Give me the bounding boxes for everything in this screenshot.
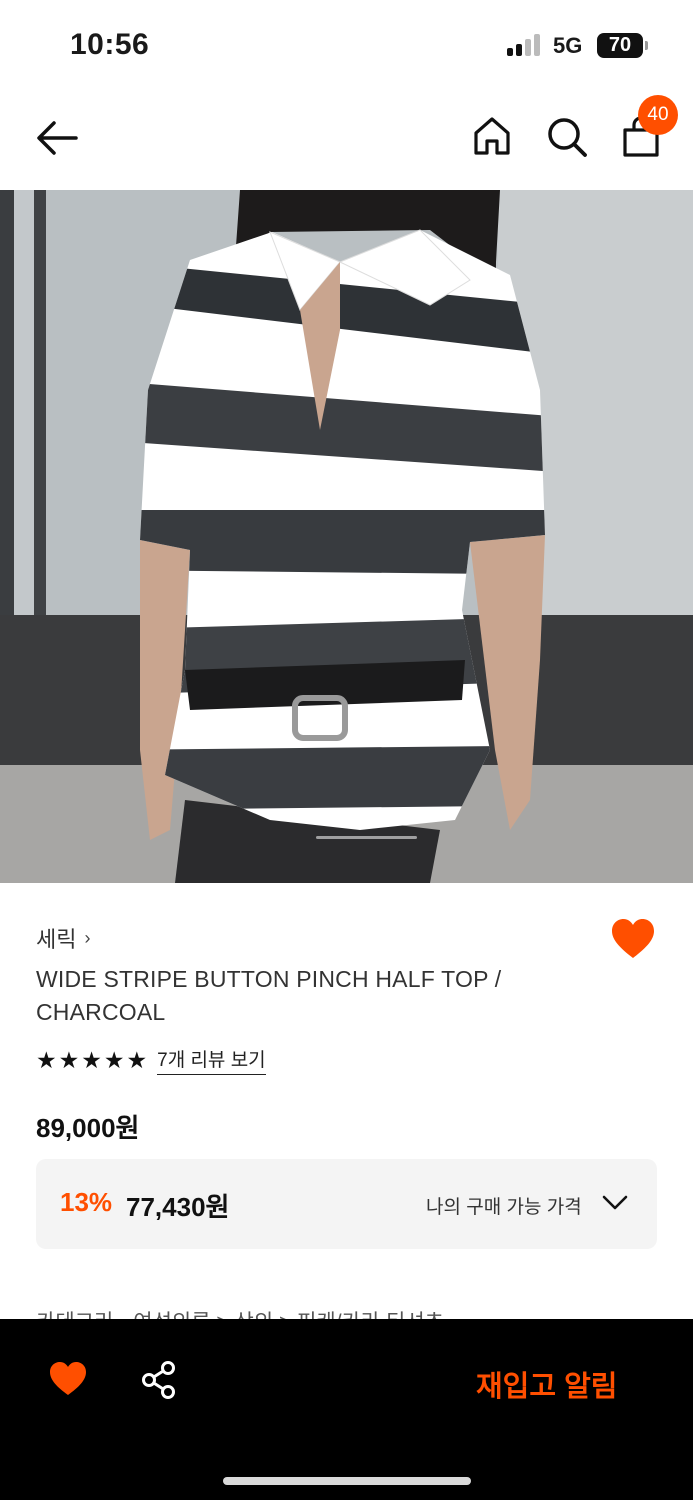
my-price-label: 나의 구매 가능 가격 — [426, 1197, 582, 1218]
product-title: WIDE STRIPE BUTTON PINCH HALF TOP / CHAR… — [36, 966, 502, 1025]
status-time: 10:56 — [70, 28, 150, 61]
discount-rate: 13% — [60, 1187, 113, 1217]
signal-icon — [507, 34, 541, 56]
restock-alert-button[interactable]: 재입고 알림 — [476, 1363, 617, 1405]
top-nav — [0, 92, 693, 190]
brand-link[interactable]: 세릭 › — [36, 922, 90, 954]
bottom-action-bar: 재입고 알림 — [0, 1319, 693, 1500]
image-page-indicator — [316, 836, 417, 839]
network-type: 5G — [553, 33, 583, 58]
chevron-right-icon: › — [84, 927, 91, 948]
product-image[interactable] — [0, 190, 693, 883]
rating-row: ★ ★ ★ ★ ★ 7개 리뷰 보기 — [36, 1045, 266, 1075]
star-icon: ★ — [58, 1046, 80, 1073]
brand-name: 세릭 — [36, 927, 77, 952]
heart-icon[interactable] — [48, 1361, 88, 1397]
search-icon[interactable] — [546, 116, 588, 158]
battery-level: 70 — [608, 34, 632, 56]
back-arrow-icon[interactable] — [34, 118, 80, 158]
star-icon: ★ — [103, 1046, 125, 1073]
star-icon: ★ — [81, 1046, 102, 1073]
chevron-down-icon[interactable] — [602, 1192, 628, 1212]
review-link[interactable]: 7개 리뷰 보기 — [157, 1045, 266, 1075]
my-price-box[interactable]: 13% 77,430원 나의 구매 가능 가격 — [36, 1159, 657, 1249]
star-icon: ★ — [126, 1046, 148, 1073]
home-icon[interactable] — [473, 116, 511, 156]
original-price: 89,000원 — [36, 1113, 140, 1143]
discount-price: 77,430원 — [126, 1192, 230, 1222]
cart-count-badge: 40 — [638, 95, 678, 135]
status-bar: 10:56 5G 70 — [0, 0, 693, 92]
heart-icon[interactable] — [610, 918, 656, 960]
rating-stars: ★ ★ ★ ★ ★ — [36, 1047, 147, 1074]
star-icon: ★ — [36, 1046, 57, 1073]
battery-icon: 70 — [597, 33, 648, 58]
share-icon[interactable] — [140, 1360, 178, 1400]
home-indicator — [223, 1477, 471, 1485]
